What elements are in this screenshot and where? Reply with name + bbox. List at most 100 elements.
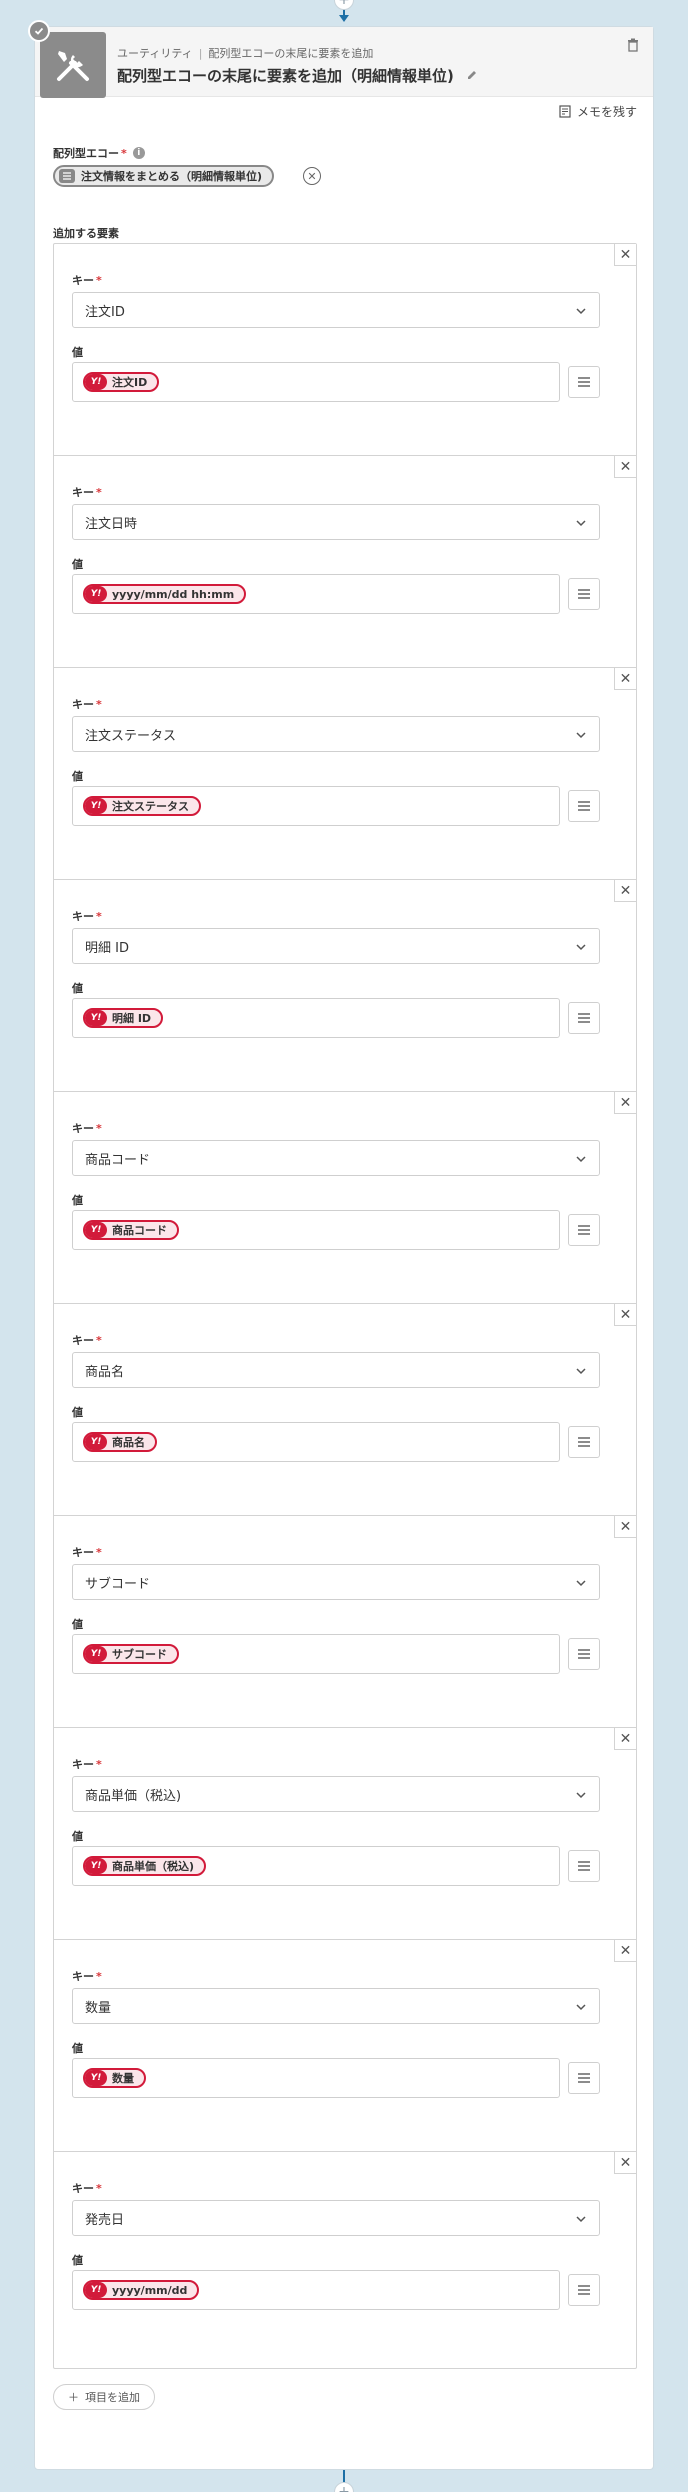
variable-chip[interactable]: Y! 注文ID — [83, 372, 160, 392]
variable-chip[interactable]: Y! 商品単価（税込) — [83, 1856, 207, 1876]
variable-chip-label: 商品名 — [112, 1436, 145, 1449]
key-select[interactable]: 注文日時 — [72, 504, 600, 540]
remove-element-button[interactable]: ✕ — [614, 2152, 636, 2174]
key-select-value: 明細 ID — [85, 940, 129, 956]
variable-chip[interactable]: Y! 商品コード — [83, 1220, 179, 1240]
element-item: ✕ キー * 注文ID 値 Y! 注文ID — [54, 244, 636, 456]
variable-chip[interactable]: Y! yyyy/mm/dd hh:mm — [83, 584, 247, 604]
yahoo-variable-icon: Y! — [85, 798, 107, 814]
value-label: 値 — [72, 1406, 83, 1419]
variable-list-button[interactable] — [568, 2062, 600, 2094]
value-input[interactable]: Y! 明細 ID — [72, 998, 560, 1038]
variable-chip[interactable]: Y! サブコード — [83, 1644, 179, 1664]
variable-chip[interactable]: Y! 注文ステータス — [83, 796, 201, 816]
variable-chip[interactable]: Y! 商品名 — [83, 1432, 157, 1452]
top-add-step-button[interactable]: + — [334, 0, 354, 10]
key-select[interactable]: 注文ID — [72, 292, 600, 328]
key-select[interactable]: サブコード — [72, 1564, 600, 1600]
list-icon — [578, 801, 590, 811]
array-echo-value: 注文情報をまとめる（明細情報単位) — [81, 170, 263, 183]
list-icon — [578, 589, 590, 599]
key-select-value: 発売日 — [85, 2212, 125, 2228]
key-select[interactable]: 商品コード — [72, 1140, 600, 1176]
key-label: キー * — [72, 910, 102, 923]
remove-element-button[interactable]: ✕ — [614, 1516, 636, 1538]
key-select-value: 商品名 — [85, 1364, 125, 1380]
step-card: ユーティリティ | 配列型エコーの末尾に要素を追加 配列型エコーの末尾に要素を追… — [34, 26, 654, 2470]
variable-chip[interactable]: Y! yyyy/mm/dd — [83, 2280, 200, 2300]
key-select[interactable]: 商品単価（税込) — [72, 1776, 600, 1812]
key-label: キー * — [72, 1758, 102, 1771]
array-echo-icon — [59, 169, 75, 183]
value-input[interactable]: Y! yyyy/mm/dd hh:mm — [72, 574, 560, 614]
variable-list-button[interactable] — [568, 1426, 600, 1458]
variable-chip-label: 明細 ID — [112, 1012, 152, 1025]
variable-list-button[interactable] — [568, 1002, 600, 1034]
variable-list-button[interactable] — [568, 1214, 600, 1246]
variable-list-button[interactable] — [568, 366, 600, 398]
value-input[interactable]: Y! 注文ID — [72, 362, 560, 402]
key-select[interactable]: 明細 ID — [72, 928, 600, 964]
variable-list-button[interactable] — [568, 1638, 600, 1670]
edit-title-icon[interactable] — [466, 67, 478, 85]
value-input[interactable]: Y! yyyy/mm/dd — [72, 2270, 560, 2310]
breadcrumb: ユーティリティ | 配列型エコーの末尾に要素を追加 — [117, 45, 373, 61]
list-icon — [578, 377, 590, 387]
key-label: キー * — [72, 1546, 102, 1559]
yahoo-variable-icon: Y! — [85, 2282, 107, 2298]
remove-element-button[interactable]: ✕ — [614, 1092, 636, 1114]
breadcrumb-action: 配列型エコーの末尾に要素を追加 — [208, 47, 374, 60]
variable-list-button[interactable] — [568, 578, 600, 610]
variable-list-button[interactable] — [568, 2274, 600, 2306]
key-select[interactable]: 発売日 — [72, 2200, 600, 2236]
remove-element-button[interactable]: ✕ — [614, 668, 636, 690]
element-item: ✕ キー * 注文ステータス 値 Y! 注文ステータス — [54, 668, 636, 880]
element-item: ✕ キー * 商品名 値 Y! 商品名 — [54, 1304, 636, 1516]
key-select[interactable]: 数量 — [72, 1988, 600, 2024]
key-select-value: 数量 — [85, 2000, 112, 2016]
key-select-value: 商品単価（税込) — [85, 1788, 182, 1804]
variable-list-button[interactable] — [568, 1850, 600, 1882]
remove-element-button[interactable]: ✕ — [614, 1728, 636, 1750]
key-select[interactable]: 商品名 — [72, 1352, 600, 1388]
value-input[interactable]: Y! サブコード — [72, 1634, 560, 1674]
variable-chip-label: 商品コード — [112, 1224, 167, 1237]
add-memo-button[interactable]: メモを残す — [559, 103, 637, 120]
value-input[interactable]: Y! 注文ステータス — [72, 786, 560, 826]
value-input[interactable]: Y! 商品単価（税込) — [72, 1846, 560, 1886]
value-label: 値 — [72, 2042, 83, 2055]
info-icon[interactable]: i — [132, 147, 145, 159]
step-title-text: 配列型エコーの末尾に要素を追加（明細情報単位) — [117, 67, 454, 85]
key-label: キー * — [72, 1970, 102, 1983]
value-input[interactable]: Y! 数量 — [72, 2058, 560, 2098]
remove-element-button[interactable]: ✕ — [614, 1940, 636, 1962]
delete-step-icon[interactable] — [627, 37, 639, 56]
add-item-button[interactable]: ＋ 項目を追加 — [53, 2384, 155, 2410]
variable-chip[interactable]: Y! 数量 — [83, 2068, 146, 2088]
variable-list-button[interactable] — [568, 790, 600, 822]
remove-element-button[interactable]: ✕ — [614, 244, 636, 266]
remove-element-button[interactable]: ✕ — [614, 456, 636, 478]
yahoo-variable-icon: Y! — [85, 2070, 107, 2086]
breadcrumb-category: ユーティリティ — [117, 47, 193, 60]
remove-element-button[interactable]: ✕ — [614, 880, 636, 902]
key-label: キー * — [72, 274, 102, 287]
variable-chip-label: 数量 — [112, 2072, 134, 2085]
variable-chip[interactable]: Y! 明細 ID — [83, 1008, 164, 1028]
flow-arrow-icon — [339, 15, 349, 22]
value-label: 値 — [72, 770, 83, 783]
remove-element-button[interactable]: ✕ — [614, 1304, 636, 1326]
value-input[interactable]: Y! 商品名 — [72, 1422, 560, 1462]
value-input[interactable]: Y! 商品コード — [72, 1210, 560, 1250]
step-header: ユーティリティ | 配列型エコーの末尾に要素を追加 配列型エコーの末尾に要素を追… — [35, 27, 653, 98]
key-label: キー * — [72, 1122, 102, 1135]
key-select[interactable]: 注文ステータス — [72, 716, 600, 752]
value-label: 値 — [72, 1618, 83, 1631]
clear-array-button[interactable]: ✕ — [303, 167, 321, 185]
yahoo-variable-icon: Y! — [85, 374, 107, 390]
key-select-value: サブコード — [85, 1576, 151, 1592]
bottom-add-step-button[interactable]: + — [334, 2482, 354, 2492]
list-icon — [578, 2285, 590, 2295]
step-title: 配列型エコーの末尾に要素を追加（明細情報単位) — [117, 65, 478, 86]
array-echo-chip[interactable]: 注文情報をまとめる（明細情報単位) — [53, 165, 275, 187]
